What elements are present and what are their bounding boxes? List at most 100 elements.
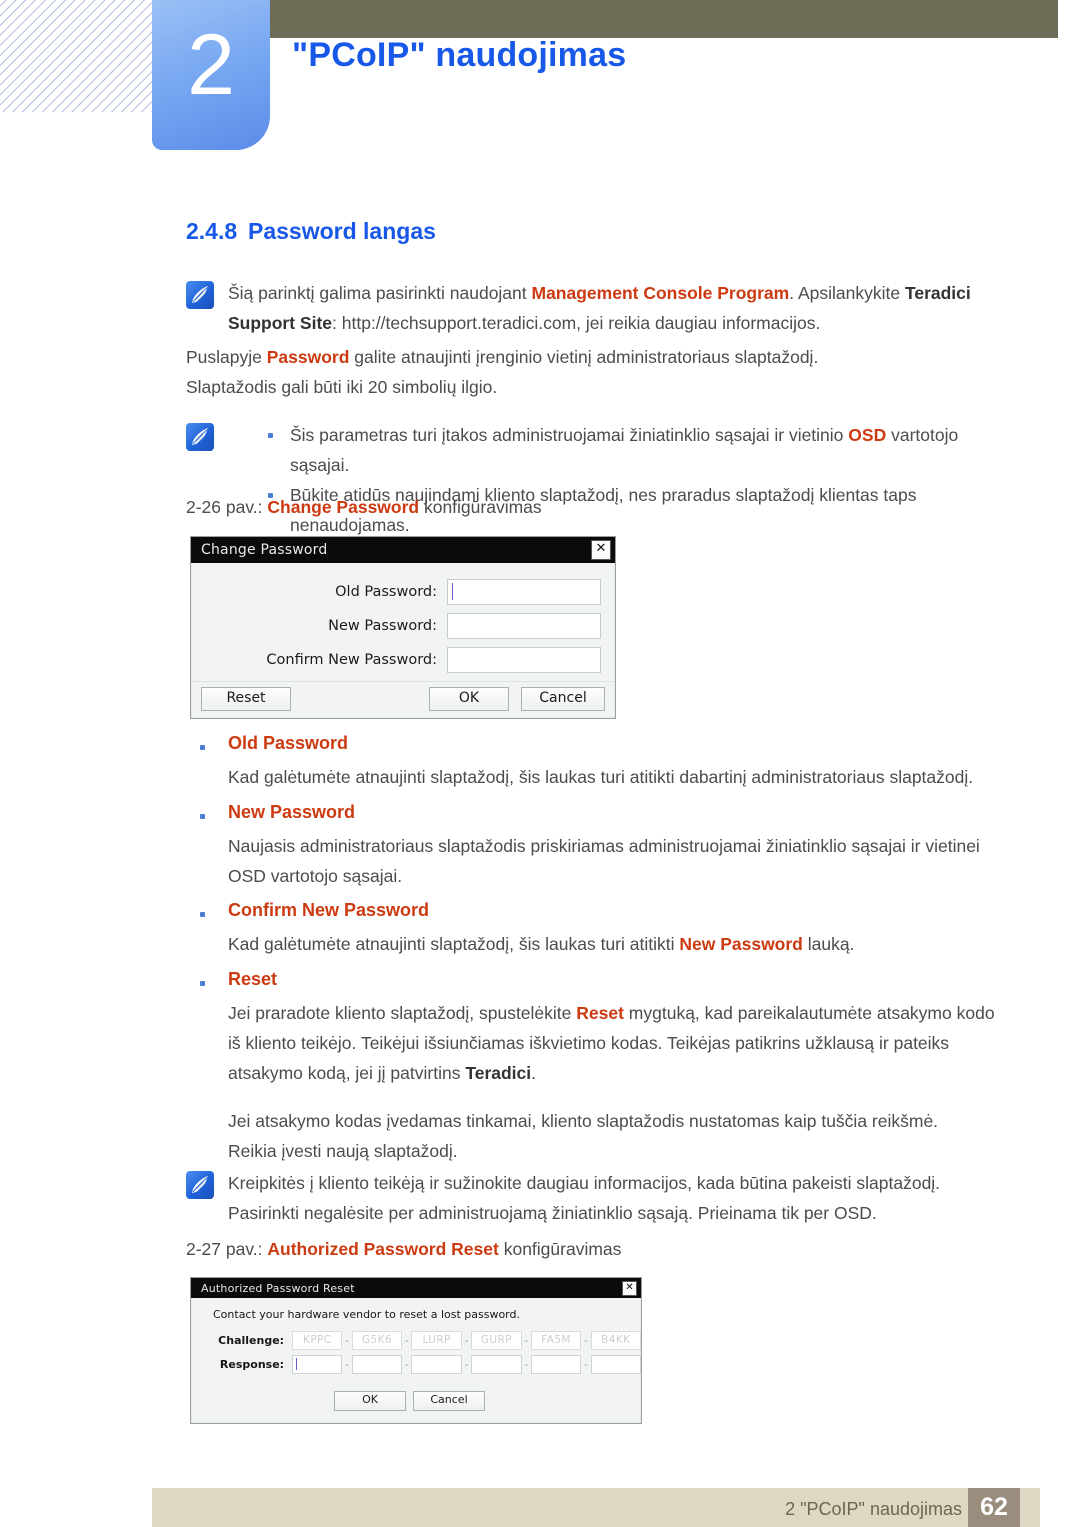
response-input-3[interactable] — [411, 1355, 462, 1374]
close-icon[interactable]: ✕ — [622, 1280, 637, 1296]
confirm-new-password-input[interactable] — [447, 647, 601, 673]
reset-desc-line1: Jei praradote kliento slaptažodį, spuste… — [228, 998, 1006, 1028]
intro-l1c: galite atnaujinti įrenginio vietinį admi… — [349, 347, 819, 367]
challenge-label: Challenge: — [218, 1334, 285, 1347]
cancel-button[interactable]: Cancel — [413, 1391, 485, 1411]
close-icon[interactable]: ✕ — [591, 540, 611, 560]
reset-l3a: atsakymo kodą, jei jį patvirtins — [228, 1063, 466, 1083]
reset-desc-line4: Jei atsakymo kodas įvedamas tinkamai, kl… — [228, 1111, 939, 1131]
separator-dash: - — [524, 1358, 529, 1371]
confirm-new-password-label: Confirm New Password: — [266, 652, 437, 668]
note-top-l1d: Teradici — [904, 283, 971, 303]
reset-desc-line5: Reikia įvesti naują slaptažodį. — [228, 1141, 458, 1161]
term-reset: Reset Jei praradote kliento slaptažodį, … — [186, 969, 1006, 1166]
note-top-l1c: . Apsilankykite — [789, 283, 905, 303]
chapter-title: "PCoIP" naudojimas — [292, 36, 627, 74]
response-input-6[interactable] — [590, 1355, 641, 1374]
intro-l1b: Password — [266, 347, 350, 367]
dialog-title: Change Password — [201, 542, 328, 558]
term-confirm-new-password: Confirm New Password Kad galėtumėte atna… — [186, 900, 996, 959]
figure-caption-1: 2-26 pav.: Change Password konfigūravima… — [186, 492, 542, 522]
note-quill-icon — [186, 1171, 214, 1199]
header-hatch-decoration — [0, 0, 152, 112]
term-old-password: Old Password Kad galėtumėte atnaujinti s… — [186, 733, 996, 792]
chapter-number-tab: 2 — [152, 0, 270, 150]
reset-button[interactable]: Reset — [201, 687, 291, 711]
term-new-password: New Password Naujasis administratoriaus … — [186, 802, 996, 891]
response-input-2[interactable] — [351, 1355, 403, 1374]
section-number: 2.4.8 — [186, 218, 238, 244]
response-input-1[interactable] — [292, 1355, 343, 1374]
authorized-password-reset-dialog[interactable]: Authorized Password Reset ✕ Contact your… — [190, 1277, 642, 1424]
challenge-code-2: G5K6 — [351, 1331, 403, 1350]
bullet1-b: OSD — [848, 425, 887, 445]
figure-caption-2: 2-27 pav.: Authorized Password Reset kon… — [186, 1234, 621, 1264]
new-password-input[interactable] — [447, 613, 601, 639]
confirm-desc-b: New Password — [679, 934, 803, 954]
response-input-4[interactable] — [471, 1355, 522, 1374]
reset-l1c: mygtuką, kad pareikalautumėte atsakymo k… — [623, 1003, 995, 1023]
separator-dash: - — [464, 1334, 469, 1347]
separator-dash: - — [345, 1334, 350, 1347]
separator-dash: - — [345, 1358, 350, 1371]
text-caret — [296, 1358, 298, 1370]
ok-button[interactable]: OK — [334, 1391, 406, 1411]
note-top-text: Šią parinktį galima pasirinkti naudojant… — [228, 278, 971, 338]
change-password-dialog[interactable]: Change Password ✕ Old Password: New Pass… — [190, 536, 616, 719]
term-desc-line2: OSD vartotojo sąsajai. — [228, 866, 403, 886]
note-quill-icon — [186, 281, 214, 309]
header-olive-bar — [270, 0, 1058, 38]
intro-line2: Slaptažodis gali būti iki 20 simbolių il… — [186, 377, 498, 397]
challenge-row: Challenge: KPPC - G5K6 - LURP - GURP - F… — [191, 1331, 641, 1350]
confirm-desc-a: Kad galėtumėte atnaujinti slaptažodį, ši… — [228, 934, 680, 954]
term-label-row: Old Password — [186, 733, 996, 754]
term-label: Old Password — [228, 733, 349, 753]
term-label: New Password — [228, 802, 356, 822]
separator-dash: - — [583, 1334, 588, 1347]
reset-desc-line3: atsakymo kodą, jei jį patvirtins Teradic… — [228, 1058, 1006, 1088]
note-block-bottom: Kreipkitės į kliento teikėją ir sužinoki… — [186, 1168, 986, 1228]
reset-l3c: . — [531, 1063, 537, 1083]
response-input-5[interactable] — [530, 1355, 582, 1374]
intro-line1: Puslapyje Password galite atnaujinti įre… — [186, 342, 986, 372]
term-label-row: New Password — [186, 802, 996, 823]
term-desc-line1: Naujasis administratoriaus slaptažodis p… — [228, 836, 980, 856]
note-bottom-line2: Pasirinkti negalėsite per administruojam… — [228, 1203, 877, 1223]
dialog-footer: OK Cancel — [191, 1391, 641, 1415]
response-row: Response: - - - - - — [191, 1355, 641, 1374]
separator-dash: - — [404, 1358, 409, 1371]
term-description: Kad galėtumėte atnaujinti slaptažodį, ši… — [228, 929, 996, 959]
dialog-footer: Reset OK Cancel — [191, 681, 615, 712]
reset-l3b: Teradici — [465, 1063, 532, 1083]
note-top-l2a: Support Site — [228, 313, 333, 333]
challenge-code-4: GURP — [471, 1331, 522, 1350]
note-block-bullets: Šis parametras turi įtakos administruoja… — [186, 420, 996, 540]
ok-button[interactable]: OK — [429, 687, 509, 711]
challenge-code-6: B4KK — [590, 1331, 641, 1350]
challenge-code-3: LURP — [411, 1331, 462, 1350]
separator-dash: - — [583, 1358, 588, 1371]
field-row-new-password: New Password: — [191, 613, 601, 639]
cancel-button[interactable]: Cancel — [521, 687, 605, 711]
field-row-confirm-password: Confirm New Password: — [191, 647, 601, 673]
separator-dash: - — [404, 1334, 409, 1347]
response-label: Response: — [219, 1358, 285, 1371]
note-top-line2: Support Site: http://techsupport.teradic… — [228, 308, 971, 338]
note-top-l1a: Šią parinktį galima pasirinkti naudojant — [228, 283, 532, 303]
dialog-title: Authorized Password Reset — [201, 1281, 355, 1295]
term-label-row: Reset — [186, 969, 1006, 990]
dialog-body: Old Password: New Password: Confirm New … — [191, 563, 615, 673]
term-label: Confirm New Password — [228, 900, 430, 920]
caption2-highlight: Authorized Password Reset — [267, 1239, 499, 1259]
old-password-input[interactable] — [447, 579, 601, 605]
text-caret — [452, 583, 453, 600]
dialog-title-bar: Authorized Password Reset ✕ — [191, 1278, 641, 1298]
note-quill-icon — [186, 423, 214, 451]
separator-dash: - — [464, 1358, 469, 1371]
note-block-top: Šią parinktį galima pasirinkti naudojant… — [186, 278, 976, 338]
caption1-prefix: 2-26 pav.: — [186, 497, 268, 517]
note-top-l2b: : http://techsupport.teradici.com, jei r… — [332, 313, 821, 333]
confirm-desc-c: lauką. — [802, 934, 855, 954]
note-bullet-list: Šis parametras turi įtakos administruoja… — [256, 420, 996, 540]
intro-l1a: Puslapyje — [186, 347, 267, 367]
